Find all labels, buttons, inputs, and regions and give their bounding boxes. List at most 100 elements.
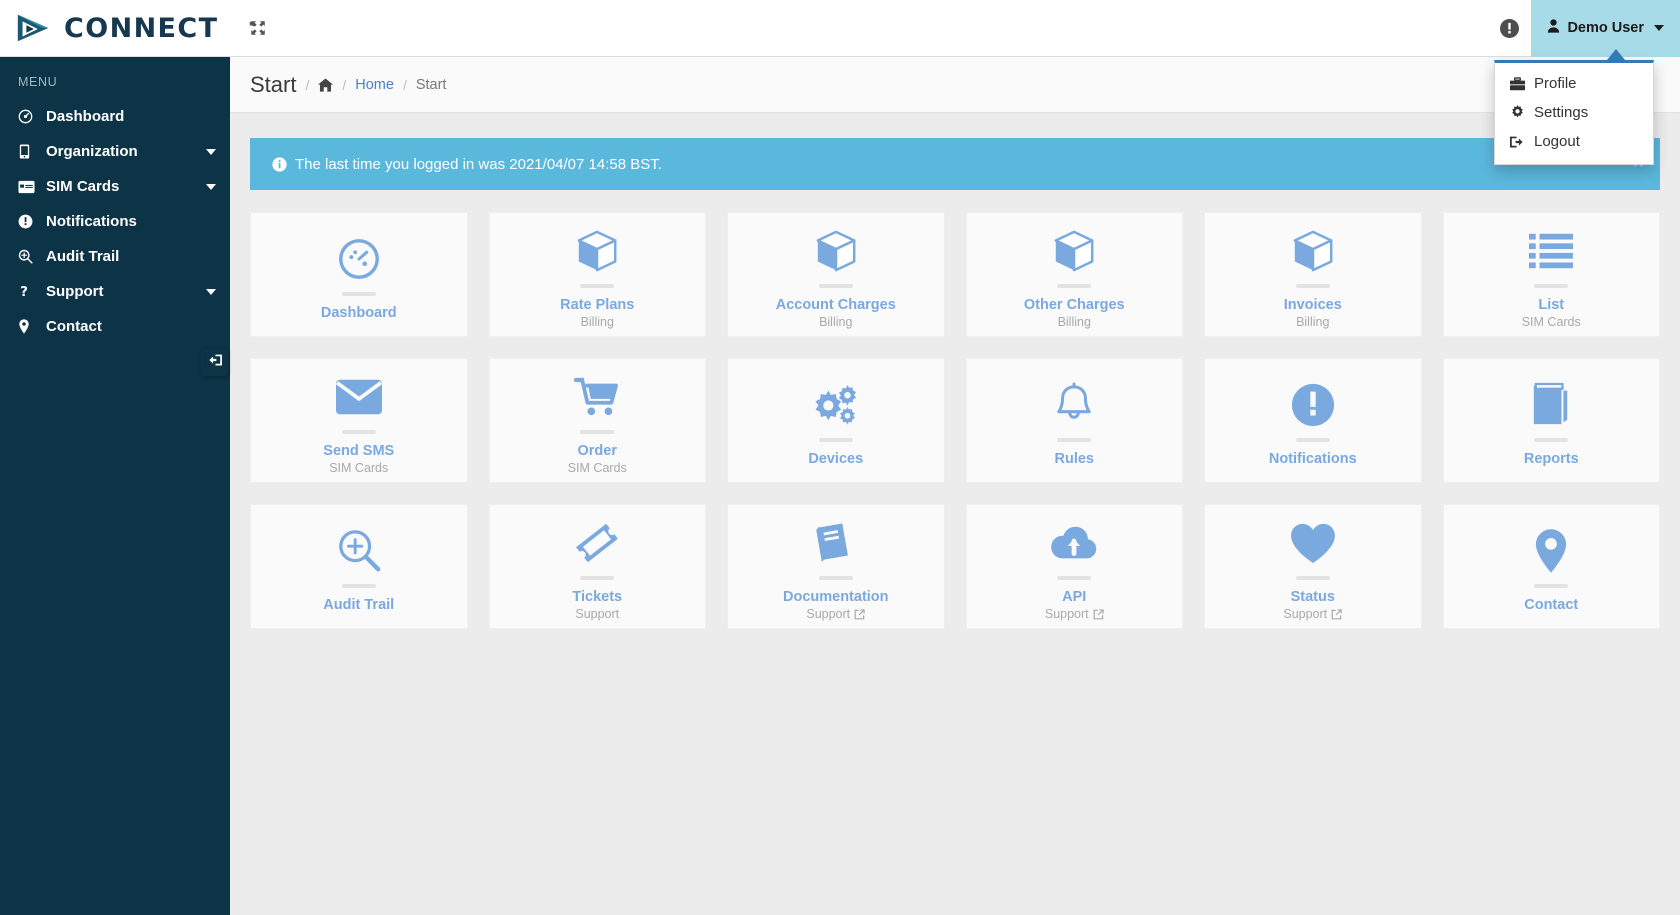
breadcrumb-separator: / (402, 76, 407, 93)
tile-divider (1534, 584, 1569, 588)
tile-dashboard[interactable]: Dashboard (250, 212, 468, 337)
tile-divider (341, 584, 376, 588)
tile-divider (1057, 284, 1092, 288)
tile-rules[interactable]: Rules (965, 358, 1183, 483)
tile-audit-trail[interactable]: Audit Trail (250, 504, 468, 629)
dropdown-label-settings: Settings (1534, 104, 1589, 121)
sidebar-item-notifications[interactable]: Notifications (0, 204, 230, 239)
app-root: CONNECT Demo User Profile Settings Logou… (0, 0, 1680, 915)
sign-in-arrow-icon (207, 353, 222, 372)
tile-subtitle: SIM Cards (1521, 315, 1581, 329)
tile-title: Other Charges (1023, 297, 1125, 313)
tile-title: Notifications (1268, 451, 1357, 467)
tile-title: Tickets (572, 589, 623, 605)
tile-divider (341, 292, 376, 296)
book-icon (813, 516, 859, 570)
bell-icon (1053, 378, 1095, 432)
tile-subtitle: SIM Cards (567, 461, 627, 475)
cube-icon (1290, 224, 1336, 278)
tile-api[interactable]: API Support (965, 504, 1183, 629)
tile-contact[interactable]: Contact (1442, 504, 1660, 629)
tile-divider (341, 430, 376, 434)
tile-title: Rate Plans (560, 297, 635, 313)
sidebar-item-contact[interactable]: Contact (0, 309, 230, 344)
tile-title: Account Charges (775, 297, 896, 313)
tile-title: Status (1290, 589, 1335, 605)
briefcase-icon (1509, 76, 1526, 91)
tile-divider (580, 284, 615, 288)
tile-divider (1295, 284, 1330, 288)
sidebar-menu-label: MENU (18, 75, 58, 89)
home-icon[interactable] (318, 77, 334, 92)
tile-divider (580, 576, 615, 580)
breadcrumb-current: Start (415, 76, 447, 93)
compress-arrows-icon[interactable] (238, 8, 278, 48)
tile-account-charges[interactable]: Account Charges Billing (727, 212, 945, 337)
sign-out-icon (1509, 135, 1526, 149)
tile-divider (580, 430, 615, 434)
dropdown-label-profile: Profile (1534, 75, 1577, 92)
question-icon: ? (18, 284, 40, 299)
tile-tickets[interactable]: Tickets Support (488, 504, 706, 629)
dropdown-item-logout[interactable]: Logout (1495, 127, 1653, 156)
map-marker-icon (18, 319, 40, 334)
brand[interactable]: CONNECT (0, 0, 230, 57)
shopping-cart-icon (574, 370, 620, 424)
tile-title: Order (577, 443, 618, 459)
envelope-icon (335, 370, 382, 424)
tile-rate-plans[interactable]: Rate Plans Billing (488, 212, 706, 337)
sidebar-item-organization[interactable]: Organization (0, 134, 230, 169)
tile-subtitle: SIM Cards (329, 461, 389, 475)
breadcrumb-separator: / (342, 76, 347, 93)
tile-divider (1295, 438, 1330, 442)
user-menu-button[interactable]: Demo User (1531, 0, 1680, 57)
tachometer-icon (18, 109, 40, 124)
tile-divider (1295, 576, 1330, 580)
cube-icon (813, 224, 859, 278)
mobile-icon (18, 144, 40, 159)
sidebar-item-support[interactable]: ? Support (0, 274, 230, 309)
tile-title: Rules (1054, 451, 1095, 467)
gear-icon (1509, 105, 1526, 120)
tile-title: API (1062, 589, 1087, 605)
cloud-upload-icon (1049, 516, 1099, 570)
sidebar-collapse-button[interactable] (201, 349, 228, 376)
tile-divider (818, 576, 853, 580)
sidebar-label-sim-cards: SIM Cards (46, 178, 120, 195)
exclamation-circle-icon[interactable] (1487, 0, 1531, 57)
tile-subtitle: Billing (580, 315, 614, 329)
dropdown-item-settings[interactable]: Settings (1495, 98, 1653, 127)
sidebar: MENU Dashboard Organization SIM Cards No… (0, 57, 230, 915)
brand-name: CONNECT (64, 12, 219, 44)
tile-order[interactable]: Order SIM Cards (488, 358, 706, 483)
external-link-icon (1331, 608, 1342, 620)
user-dropdown-menu[interactable]: Profile Settings Logout (1494, 49, 1654, 165)
sidebar-item-dashboard[interactable]: Dashboard (0, 99, 230, 134)
tile-invoices[interactable]: Invoices Billing (1204, 212, 1422, 337)
tile-title: Audit Trail (323, 597, 395, 613)
sidebar-item-audit-trail[interactable]: Audit Trail (0, 239, 230, 274)
tile-other-charges[interactable]: Other Charges Billing (965, 212, 1183, 337)
tile-divider (1057, 576, 1092, 580)
dropdown-item-profile[interactable]: Profile (1495, 69, 1653, 98)
page-title: Start (250, 71, 297, 97)
header-right-group: Demo User (1487, 0, 1680, 57)
tile-title: Invoices (1283, 297, 1342, 313)
tile-documentation[interactable]: Documentation Support (727, 504, 945, 629)
tile-status[interactable]: Status Support (1204, 504, 1422, 629)
top-header: CONNECT Demo User (0, 0, 1680, 57)
tile-list[interactable]: List SIM Cards (1442, 212, 1660, 337)
ticket-icon (574, 516, 620, 570)
tile-devices[interactable]: Devices (727, 358, 945, 483)
external-link-icon (1093, 608, 1104, 620)
cube-icon (1051, 224, 1097, 278)
tile-subtitle: Billing (1057, 315, 1091, 329)
tile-send-sms[interactable]: Send SMS SIM Cards (250, 358, 468, 483)
sidebar-item-sim-cards[interactable]: SIM Cards (0, 169, 230, 204)
play-triangle-logo-icon (14, 9, 52, 47)
tile-notifications[interactable]: Notifications (1204, 358, 1422, 483)
tile-reports[interactable]: Reports (1442, 358, 1660, 483)
svg-text:?: ? (20, 285, 28, 299)
breadcrumb-link-home[interactable]: Home (355, 77, 394, 93)
cogs-icon (812, 378, 860, 432)
